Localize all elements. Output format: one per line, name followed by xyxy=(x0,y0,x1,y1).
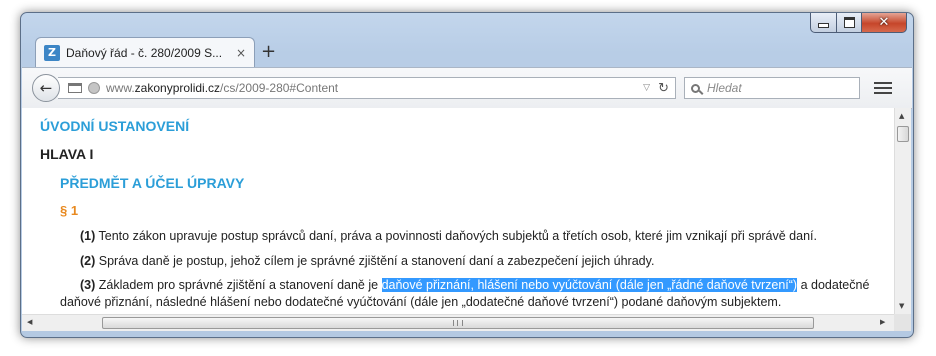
scroll-left-icon[interactable]: ◀ xyxy=(27,318,32,326)
site-favicon-icon: Z xyxy=(44,44,60,61)
paragraph-3-number: (3) xyxy=(80,278,96,292)
paragraph-1: (1) Tento zákon upravuje postup správců … xyxy=(80,229,817,243)
navigation-toolbar: www. zakonyprolidi.cz/cs/2009-280#Content… xyxy=(22,67,912,109)
paragraph-1-number: (1) xyxy=(80,229,96,243)
search-placeholder: Hledat xyxy=(707,81,742,95)
paragraph-3-text-b: a dodatečné xyxy=(797,278,870,292)
scrollbar-corner xyxy=(894,314,911,331)
paragraph-3-text-a: Základem pro správné zjištění a stanoven… xyxy=(95,278,382,292)
section-title: ÚVODNÍ USTANOVENÍ xyxy=(40,118,190,134)
minimize-icon xyxy=(818,23,829,28)
vertical-scrollbar[interactable]: ▲ ▼ xyxy=(894,108,911,314)
back-button[interactable]: ← xyxy=(32,74,60,102)
url-bar[interactable]: www. zakonyprolidi.cz/cs/2009-280#Content… xyxy=(58,77,676,99)
paragraph-2: (2) Správa daně je postup, jehož cílem j… xyxy=(80,254,654,268)
subtitle: PŘEDMĚT A ÚČEL ÚPRAVY xyxy=(60,175,245,191)
close-window-button[interactable]: ✕ xyxy=(862,13,907,33)
paragraph-3: (3) Základem pro správné zjištění a stan… xyxy=(80,278,869,292)
url-path: /cs/2009-280#Content xyxy=(220,81,339,95)
maximize-button[interactable] xyxy=(837,13,862,33)
tab-close-icon[interactable]: × xyxy=(236,46,246,60)
vertical-scroll-thumb[interactable] xyxy=(897,126,909,142)
new-tab-button[interactable]: + xyxy=(261,41,276,62)
scroll-down-icon[interactable]: ▼ xyxy=(899,302,904,310)
paragraph-1-text: Tento zákon upravuje postup správců daní… xyxy=(95,229,817,243)
minimize-button[interactable] xyxy=(810,13,837,33)
maximize-icon xyxy=(843,17,855,28)
reader-view-icon[interactable] xyxy=(68,83,82,93)
part-title: HLAVA I xyxy=(40,146,94,162)
url-host: zakonyprolidi.cz xyxy=(134,81,221,95)
menu-button[interactable] xyxy=(874,79,892,97)
browser-window: ✕ Z Daňový řád - č. 280/2009 S... × + ww… xyxy=(20,12,914,338)
caption-buttons: ✕ xyxy=(810,13,907,33)
history-dropdown-icon[interactable]: ▽ xyxy=(643,83,650,93)
paragraph-3-line-2: daňové přiznání, následné hlášení nebo d… xyxy=(60,295,782,309)
grip-icon xyxy=(453,320,463,326)
search-input[interactable]: Hledat xyxy=(684,77,860,99)
paragraph-2-number: (2) xyxy=(80,254,96,268)
page-content: ÚVODNÍ USTANOVENÍ HLAVA I PŘEDMĚT A ÚČEL… xyxy=(22,108,894,314)
paragraph-mark: § 1 xyxy=(60,203,79,218)
selected-text: daňové přiznání, hlášení nebo vyúčtování… xyxy=(381,278,798,292)
tab-title: Daňový řád - č. 280/2009 S... xyxy=(66,45,223,60)
globe-icon[interactable] xyxy=(88,82,100,94)
paragraph-2-text: Správa daně je postup, jehož cílem je sp… xyxy=(95,254,655,268)
hamburger-icon xyxy=(874,82,892,84)
close-icon: ✕ xyxy=(878,15,890,30)
tab-active[interactable]: Z Daňový řád - č. 280/2009 S... × xyxy=(35,37,255,67)
search-icon xyxy=(691,83,700,93)
horizontal-scroll-thumb[interactable] xyxy=(102,317,814,329)
scroll-up-icon[interactable]: ▲ xyxy=(899,112,904,120)
reload-icon[interactable]: ↻ xyxy=(658,81,669,96)
horizontal-scrollbar[interactable]: ◀ ▶ xyxy=(22,314,894,331)
url-prefix: www. xyxy=(106,81,135,95)
scroll-right-icon[interactable]: ▶ xyxy=(880,318,885,326)
